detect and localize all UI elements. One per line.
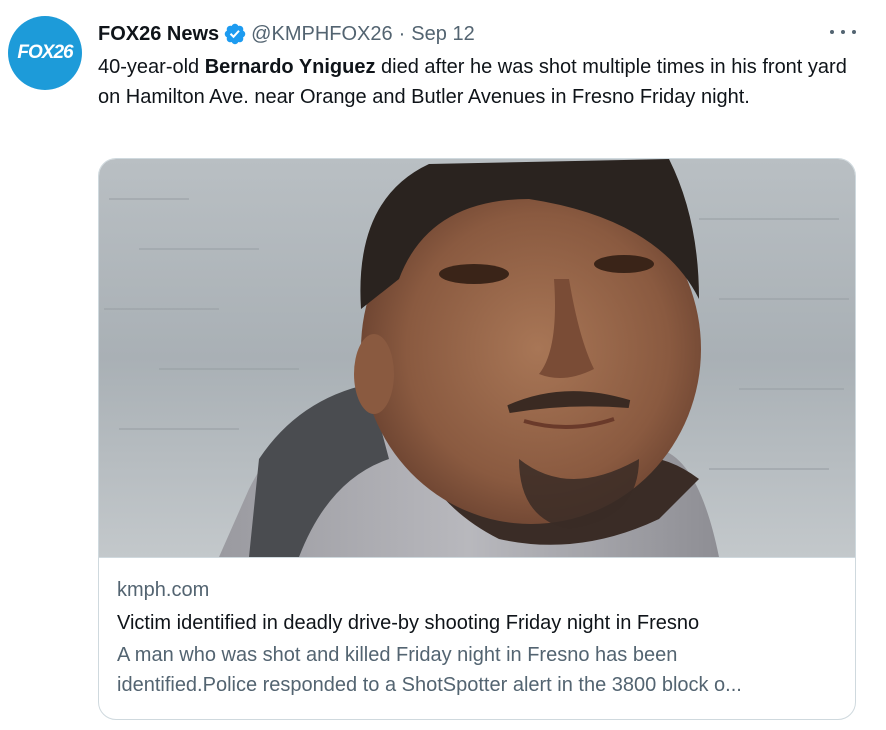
link-card[interactable]: kmph.com Victim identified in deadly dri… — [98, 158, 856, 720]
card-info[interactable]: kmph.com Victim identified in deadly dri… — [99, 557, 855, 719]
separator-dot: · — [398, 22, 406, 45]
tweet-text-name: Bernardo Yniguez — [204, 56, 376, 78]
dot — [841, 30, 845, 34]
more-options-ellipsis-icon[interactable] — [830, 22, 856, 42]
tweet-date[interactable]: Sep 12 — [411, 23, 474, 46]
avatar-logo-text: FOX26 — [17, 42, 73, 63]
dot — [830, 30, 834, 34]
tweet-text: 40-year-old Bernardo Yniguez died after … — [98, 52, 858, 112]
card-description-line-1: A man who was shot and killed Friday nig… — [117, 644, 678, 666]
card-description: A man who was shot and killed Friday nig… — [117, 640, 835, 700]
card-photo[interactable] — [99, 159, 855, 557]
card-title: Victim identified in deadly drive-by sho… — [117, 612, 700, 634]
user-handle[interactable]: @KMPHFOX26 — [251, 23, 392, 46]
tweet[interactable]: FOX26 FOX26 News @KMPHFOX26 · Sep 12 40-… — [0, 0, 886, 730]
display-name[interactable]: FOX26 News — [98, 23, 219, 46]
tweet-text-prefix: 40-year-old — [98, 56, 205, 78]
avatar[interactable]: FOX26 — [8, 16, 82, 90]
card-domain: kmph.com — [117, 579, 210, 601]
verified-badge-icon — [223, 22, 247, 46]
card-description-line-2: identified.Police responded to a ShotSpo… — [117, 674, 742, 696]
dot — [852, 30, 856, 34]
tweet-header: FOX26 News @KMPHFOX26 · Sep 12 — [98, 20, 475, 48]
